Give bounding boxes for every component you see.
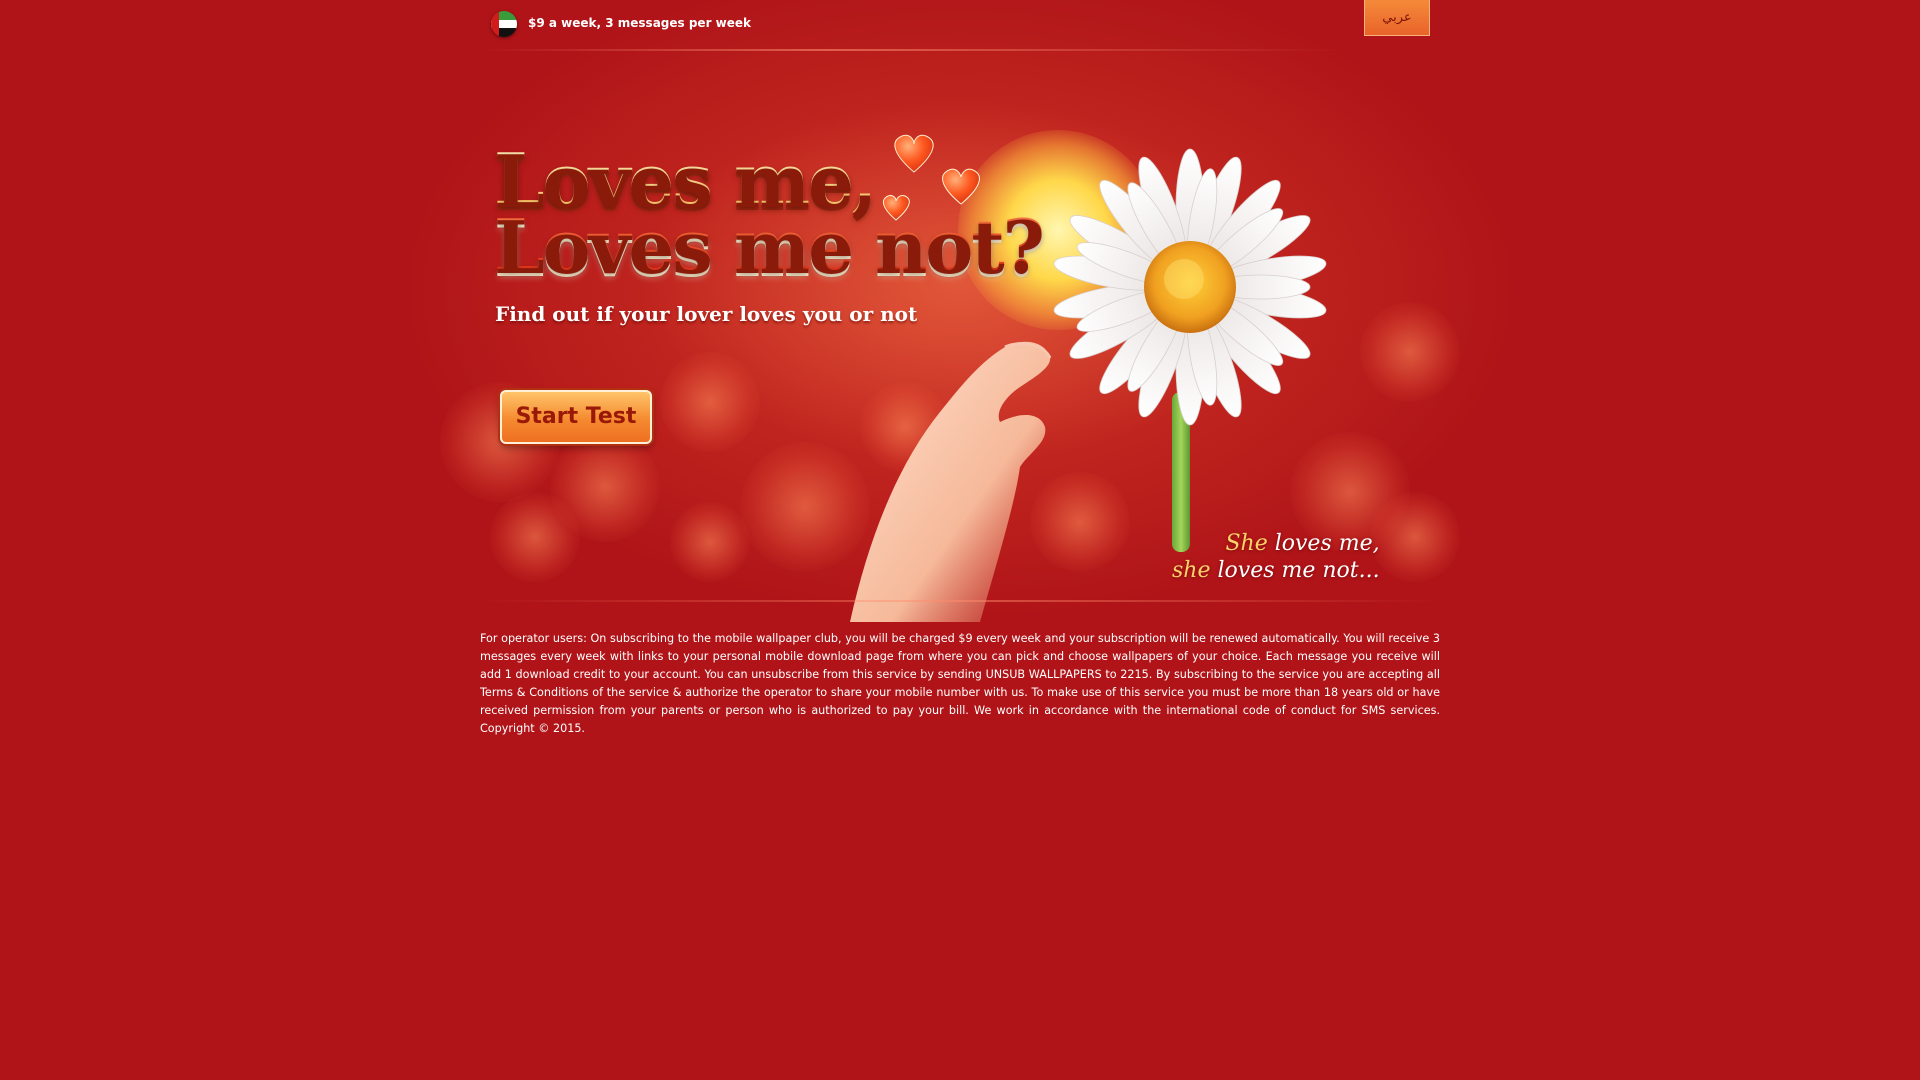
bokeh-flower [1370,492,1460,582]
hero-subtitle: Find out if your lover loves you or not [495,302,918,326]
top-bar: $9 a week, 3 messages per week عربي [480,0,1440,51]
terms-disclaimer: For operator users: On subscribing to th… [480,632,1440,735]
bokeh-flower [490,492,580,582]
hero-banner: Loves me, Loves me not? Find out if your… [410,52,1510,622]
caption-text-2: loves me not... [1210,558,1380,583]
caption-text-1: loves me, [1267,531,1380,556]
hero-caption: She loves me, she loves me not... [1172,530,1380,584]
hand-icon [850,341,1052,622]
bokeh-flower [660,352,760,452]
uae-flag-icon [491,11,517,37]
hearts-icon [882,134,980,221]
caption-accent-1: She [1225,531,1268,556]
pricing-info: $9 a week, 3 messages per week [528,16,752,30]
bokeh-flower [670,502,750,582]
start-test-button[interactable]: Start Test [500,390,652,444]
daisy-icon [1053,148,1327,426]
caption-accent-2: she [1172,558,1211,583]
bokeh-flower [1360,302,1460,402]
page-container: $9 a week, 3 messages per week عربي Love… [410,0,1510,1080]
language-toggle-button[interactable]: عربي [1364,0,1430,36]
top-divider [480,49,1340,51]
hero-divider [480,600,1440,602]
